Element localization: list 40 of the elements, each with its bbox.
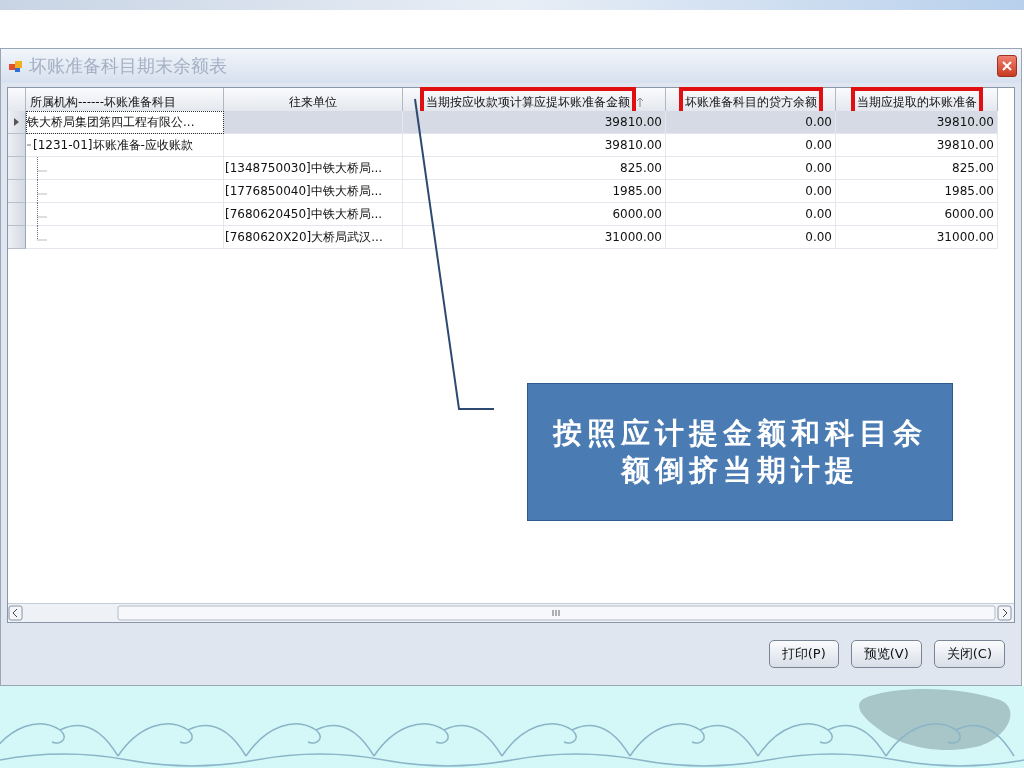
table-cell: [1231-01]坏账准备-应收账款: [26, 134, 224, 157]
header-label: 所属机构------坏账准备科目: [29, 93, 177, 111]
table-cell: 39810.00: [403, 111, 666, 134]
table-cell: 6000.00: [836, 203, 998, 226]
table-cell: 0.00: [666, 226, 836, 249]
current-row-arrow-icon: [14, 118, 19, 126]
table-cell: 0.00: [666, 180, 836, 203]
table-cell: 6000.00: [403, 203, 666, 226]
table-cell: 31000.00: [836, 226, 998, 249]
close-icon: [1002, 61, 1012, 71]
table-cell: 0.00: [666, 157, 836, 180]
dialog-button[interactable]: 关闭(C): [933, 640, 1005, 668]
window-icon: [9, 59, 23, 73]
row-header[interactable]: [8, 111, 26, 134]
table-cell: [1348750030]中铁大桥局...: [224, 157, 403, 180]
table-cell: 39810.00: [836, 111, 998, 134]
table-cell: 31000.00: [403, 226, 666, 249]
table-cell: 825.00: [403, 157, 666, 180]
table-cell: [7680620X20]大桥局武汉...: [224, 226, 403, 249]
window-title: 坏账准备科目期末余额表: [29, 54, 228, 78]
horizontal-scrollbar[interactable]: [8, 603, 1014, 622]
table-cell: 0.00: [666, 134, 836, 157]
dialog-button[interactable]: 预览(V): [850, 640, 922, 668]
table-cell: 1985.00: [403, 180, 666, 203]
table-cell: 1985.00: [836, 180, 998, 203]
table-cell: [1776850040]中铁大桥局...: [224, 180, 403, 203]
table-cell: [7680620450]中铁大桥局...: [224, 203, 403, 226]
table-cell: 铁大桥局集团第四工程有限公...: [26, 111, 224, 134]
header-label: 往来单位: [288, 93, 338, 111]
dialog-button[interactable]: 打印(P): [768, 640, 839, 668]
table-cell: 825.00: [836, 157, 998, 180]
table-cell: 0.00: [666, 111, 836, 134]
tree-branch-icon: [37, 156, 47, 180]
table-cell: 39810.00: [403, 134, 666, 157]
callout-text: 按照应计提金额和科目余额倒挤当期计提: [551, 415, 928, 489]
tree-branch-icon: [37, 202, 47, 226]
table-cell: 39810.00: [836, 134, 998, 157]
close-button[interactable]: [997, 55, 1017, 77]
tree-branch-icon: [37, 179, 47, 203]
table-cell: 0.00: [666, 203, 836, 226]
